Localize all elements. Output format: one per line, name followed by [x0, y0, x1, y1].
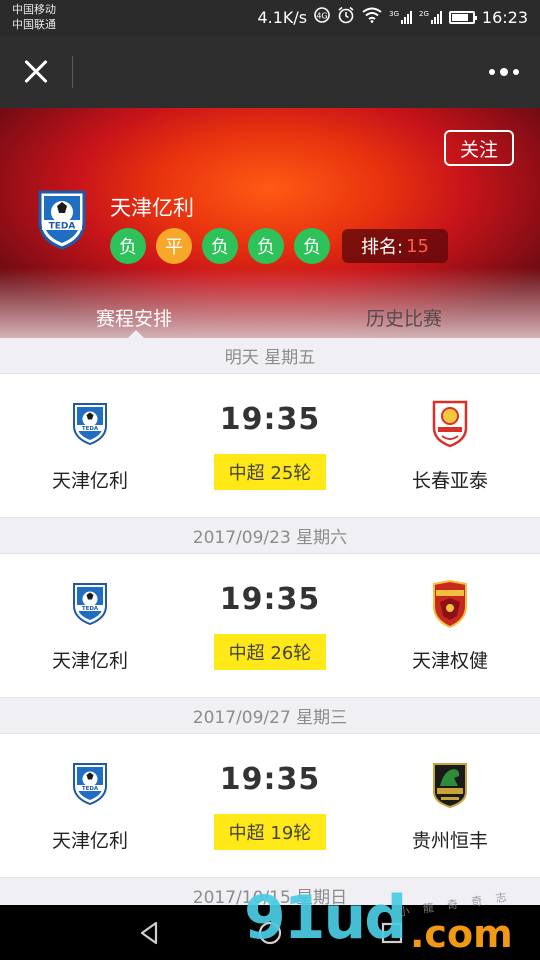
round-badge: 中超 25轮	[214, 454, 326, 490]
net-speed: 4.1K/s	[257, 7, 308, 27]
svg-text:TEDA: TEDA	[82, 786, 99, 792]
wifi-icon	[362, 7, 382, 27]
carrier-labels: 中国移动 中国联通	[12, 2, 56, 32]
kickoff-time: 19:35	[219, 582, 321, 617]
alarm-icon	[337, 6, 355, 28]
away-team-name: 贵州恒丰	[411, 830, 488, 852]
carrier-1: 中国移动	[12, 3, 56, 16]
battery-icon	[448, 10, 477, 24]
form-result-badge: 平	[156, 228, 192, 264]
home-team-name: 天津亿利	[51, 650, 128, 672]
away-team-logo	[433, 763, 467, 808]
rank-label: 排名:	[361, 237, 404, 258]
away-team-name: 天津权健	[411, 650, 488, 672]
sig2-label: 2G	[419, 10, 429, 18]
follow-button[interactable]: 关注	[444, 130, 514, 166]
kickoff-time: 19:35	[219, 762, 321, 797]
round-badge: 中超 26轮	[214, 634, 326, 670]
home-team-logo: TEDA	[73, 763, 107, 806]
home-team-name: 天津亿利	[51, 470, 128, 492]
match-row[interactable]: TEDA 天津亿利 19:35 中超 25轮 长春亚泰	[0, 374, 540, 518]
status-indicators: 4.1K/s 4G 3G 2G 16:23	[257, 6, 528, 28]
match-row[interactable]: TEDA 天津亿利 19:35 中超 26轮 天津权健	[0, 554, 540, 698]
away-team-logo	[432, 400, 468, 448]
watermark-logo: 91ud	[244, 883, 407, 953]
more-icon[interactable]	[486, 62, 522, 82]
match-row[interactable]: TEDA 天津亿利 19:35 中超 19轮 贵州恒丰	[0, 734, 540, 878]
form-result-badge: 负	[294, 228, 330, 264]
date-header: 2017/09/27 星期三	[0, 698, 540, 734]
form-result-badge: 负	[248, 228, 284, 264]
tab-schedule[interactable]: 赛程安排	[96, 304, 172, 331]
tab-history[interactable]: 历史比赛	[366, 304, 442, 331]
sig1-label: 3G	[389, 10, 399, 18]
team-logo-text: TEDA	[49, 222, 76, 232]
signal-2g-icon: 2G	[419, 10, 442, 24]
rank-value: 15	[406, 235, 429, 257]
date-header: 明天 星期五	[0, 338, 540, 374]
top-nav-bar	[0, 36, 540, 108]
team-header: 关注 TEDA 天津亿利 负平负负负 排名: 15 赛程安排 历史比赛	[0, 108, 540, 338]
away-team-logo	[433, 580, 467, 628]
round-badge: 中超 19轮	[214, 814, 326, 850]
recent-form: 负平负负负	[110, 228, 330, 264]
svg-text:TEDA: TEDA	[82, 426, 99, 432]
home-team-logo: TEDA	[73, 403, 107, 446]
home-team-name: 天津亿利	[51, 830, 128, 852]
svg-text:4G: 4G	[316, 12, 327, 21]
kickoff-time: 19:35	[219, 402, 321, 437]
signal-3g-icon: 3G	[389, 10, 412, 24]
rank-badge: 排名: 15	[342, 229, 448, 263]
form-result-badge: 负	[110, 228, 146, 264]
watermark-domain: .com	[410, 912, 513, 956]
tab-bar: 赛程安排 历史比赛	[0, 298, 540, 338]
nav-divider	[72, 56, 73, 88]
date-header: 2017/09/23 星期六	[0, 518, 540, 554]
svg-text:TEDA: TEDA	[82, 606, 99, 612]
active-tab-indicator	[128, 330, 144, 338]
home-team-logo: TEDA	[73, 583, 107, 626]
clock: 16:23	[481, 7, 528, 27]
schedule-list: 明天 星期五 TEDA 天津亿利 19:35 中超 25轮 长春亚泰 2017/…	[0, 338, 540, 914]
status-bar: 中国移动 中国联通 4.1K/s 4G 3G 2G 16:23	[0, 0, 540, 36]
back-icon[interactable]	[136, 919, 164, 947]
close-icon[interactable]	[18, 54, 54, 90]
team-name: 天津亿利	[110, 196, 194, 220]
form-result-badge: 负	[202, 228, 238, 264]
team-logo: TEDA	[38, 190, 86, 250]
away-team-name: 长春亚泰	[411, 470, 488, 492]
carrier-2: 中国联通	[12, 18, 56, 31]
hd-icon: 4G	[314, 7, 330, 27]
